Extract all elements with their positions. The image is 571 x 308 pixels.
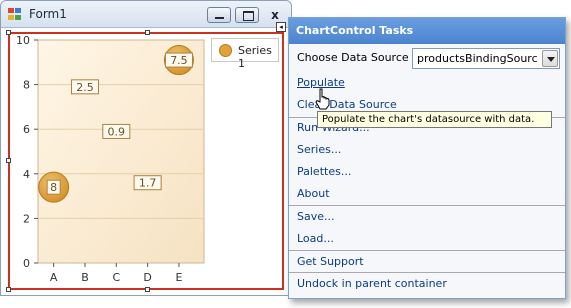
- y-tick-label: 0: [23, 257, 30, 270]
- data-source-label: Choose Data Source: [297, 51, 409, 64]
- data-label: 7.5: [170, 54, 188, 67]
- x-tick-label: B: [81, 271, 89, 284]
- palettes-link[interactable]: Palettes...: [297, 165, 351, 178]
- chart-legend: Series 1: [211, 38, 279, 70]
- y-tick-label: 10: [16, 34, 30, 47]
- data-source-value: productsBindingSourc: [417, 52, 538, 65]
- y-tick-label: 4: [23, 168, 30, 181]
- clear-data-source-link[interactable]: Clear Data Source: [297, 98, 397, 111]
- chevron-down-icon[interactable]: [542, 50, 558, 67]
- series-link[interactable]: Series...: [297, 143, 341, 156]
- legend-label: Series 1: [238, 44, 272, 70]
- y-tick-label: 6: [23, 123, 30, 136]
- x-tick-label: C: [112, 271, 120, 284]
- save-link[interactable]: Save...: [297, 210, 335, 223]
- hand-cursor-icon: [315, 88, 330, 110]
- load-link[interactable]: Load...: [297, 232, 334, 245]
- get-support-link[interactable]: Get Support: [297, 255, 364, 268]
- divider: [289, 205, 565, 206]
- divider: [289, 250, 565, 251]
- tasks-header: ChartControl Tasks: [289, 18, 565, 44]
- y-tick-label: 8: [23, 79, 30, 92]
- data-label: 2.5: [76, 81, 94, 94]
- populate-tooltip: Populate the chart's datasource with dat…: [317, 111, 552, 128]
- data-source-row: Choose Data Source productsBindingSourc: [289, 45, 565, 73]
- legend-marker-icon: [219, 44, 232, 57]
- about-link[interactable]: About: [297, 187, 330, 200]
- x-tick-label: E: [175, 271, 182, 284]
- y-tick-label: 2: [23, 212, 30, 225]
- data-label: 1.7: [139, 177, 157, 190]
- data-label: 8: [50, 181, 57, 194]
- divider: [289, 272, 565, 273]
- x-tick-label: D: [143, 271, 151, 284]
- undock-link[interactable]: Undock in parent container: [297, 277, 447, 290]
- data-label: 0.9: [108, 125, 126, 138]
- x-tick-label: A: [50, 271, 58, 284]
- data-source-dropdown[interactable]: productsBindingSourc: [412, 48, 560, 69]
- chartcontrol-tasks-panel: ChartControl Tasks Choose Data Source pr…: [288, 17, 566, 299]
